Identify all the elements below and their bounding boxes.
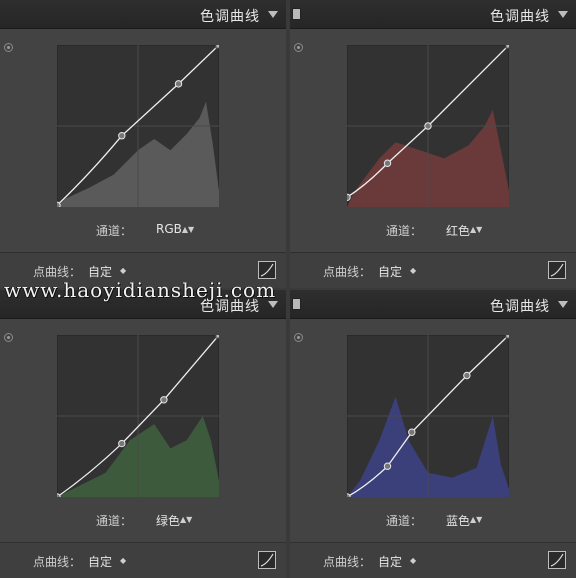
tone-curve-graph[interactable] (347, 335, 509, 497)
channel-label: 通道： (386, 224, 423, 238)
edit-point-curve-button[interactable] (548, 551, 566, 569)
target-adjust-icon[interactable] (4, 43, 13, 52)
curve-endpoint-handle[interactable] (215, 45, 219, 49)
collapse-triangle-icon[interactable] (268, 11, 278, 18)
curve-control-point[interactable] (383, 462, 392, 470)
channel-label: 通道： (386, 514, 423, 528)
tone-curve-panel-green: 色调曲线 通道： 绿色 ▲▼ 点曲线： 自定 ◆ (0, 290, 286, 578)
curve-control-point[interactable] (118, 439, 126, 448)
updown-arrows-icon: ▲▼ (470, 515, 483, 524)
curve-edit-icon (260, 263, 274, 277)
curve-edit-icon (550, 553, 564, 567)
curve-control-point[interactable] (463, 371, 471, 380)
edit-point-curve-button[interactable] (258, 551, 276, 569)
panel-title: 色调曲线 (490, 9, 550, 25)
channel-select[interactable]: 红色 ▲▼ (446, 222, 482, 239)
curve-control-point[interactable] (424, 122, 432, 130)
channel-value: 绿色 (156, 514, 181, 528)
curve-endpoint-handle[interactable] (505, 45, 509, 49)
tone-curve-panel-blue: 色调曲线 通道： 蓝色 ▲▼ 点曲线： 自定 ◆ (290, 290, 576, 578)
curve-control-point[interactable] (118, 132, 126, 140)
watermark-text: www.haoyidiansheji.com (4, 278, 277, 302)
updown-arrows-icon: ◆ (410, 266, 417, 275)
target-adjust-icon[interactable] (294, 43, 303, 52)
collapse-triangle-icon[interactable] (558, 11, 568, 18)
target-adjust-icon[interactable] (294, 333, 303, 342)
curve-control-point[interactable] (347, 193, 351, 201)
channel-select[interactable]: RGB ▲▼ (156, 222, 194, 236)
edit-point-curve-button[interactable] (548, 261, 566, 279)
edit-point-curve-button[interactable] (258, 261, 276, 279)
panel-toggle-icon[interactable] (292, 8, 301, 20)
point-curve-select[interactable]: 自定 (378, 263, 402, 280)
curve-control-point[interactable] (383, 159, 392, 167)
collapse-triangle-icon[interactable] (558, 301, 568, 308)
tone-curve-panel-red: 色调曲线 通道： 红色 ▲▼ 点曲线： 自定 ◆ (290, 0, 576, 288)
curve-control-point[interactable] (160, 396, 168, 404)
channel-select[interactable]: 绿色 ▲▼ (156, 512, 192, 529)
target-adjust-icon[interactable] (4, 333, 13, 342)
channel-select[interactable]: 蓝色 ▲▼ (446, 512, 482, 529)
updown-arrows-icon: ◆ (410, 556, 417, 565)
channel-value: 红色 (446, 224, 471, 238)
updown-arrows-icon: ▲▼ (181, 225, 195, 234)
point-curve-select[interactable]: 自定 (88, 553, 112, 570)
channel-value: 蓝色 (446, 514, 471, 528)
point-curve-label: 点曲线： (323, 555, 372, 569)
curve-endpoint-handle[interactable] (505, 335, 509, 339)
curve-control-point[interactable] (174, 80, 183, 88)
channel-label: 通道： (96, 514, 133, 528)
updown-arrows-icon: ◆ (120, 556, 127, 565)
panel-header[interactable]: 色调曲线 (290, 290, 576, 319)
curve-control-point[interactable] (408, 428, 416, 436)
point-curve-label: 点曲线： (33, 555, 82, 569)
channel-label: 通道： (96, 224, 133, 238)
collapse-triangle-icon[interactable] (268, 301, 278, 308)
updown-arrows-icon: ▲▼ (180, 515, 193, 524)
point-curve-select[interactable]: 自定 (378, 553, 402, 570)
curve-endpoint-handle[interactable] (215, 335, 219, 339)
tone-curve-graph[interactable] (347, 45, 509, 207)
panel-toggle-icon[interactable] (292, 298, 301, 310)
curve-control-point[interactable] (57, 201, 61, 207)
panel-title: 色调曲线 (200, 9, 260, 25)
panel-header[interactable]: 色调曲线 (0, 0, 286, 29)
tone-curve-graph[interactable] (57, 335, 219, 497)
channel-value: RGB (156, 222, 182, 236)
panel-header[interactable]: 色调曲线 (290, 0, 576, 29)
panel-title: 色调曲线 (490, 299, 550, 315)
curve-edit-icon (550, 263, 564, 277)
point-curve-label: 点曲线： (323, 265, 372, 279)
updown-arrows-icon: ▲▼ (470, 225, 483, 234)
tone-curve-panel-rgb: 色调曲线 通道： RGB ▲▼ 点曲线： 自定 ◆ (0, 0, 286, 288)
curve-edit-icon (260, 553, 274, 567)
updown-arrows-icon: ◆ (120, 266, 127, 275)
tone-curve-graph[interactable] (57, 45, 219, 207)
